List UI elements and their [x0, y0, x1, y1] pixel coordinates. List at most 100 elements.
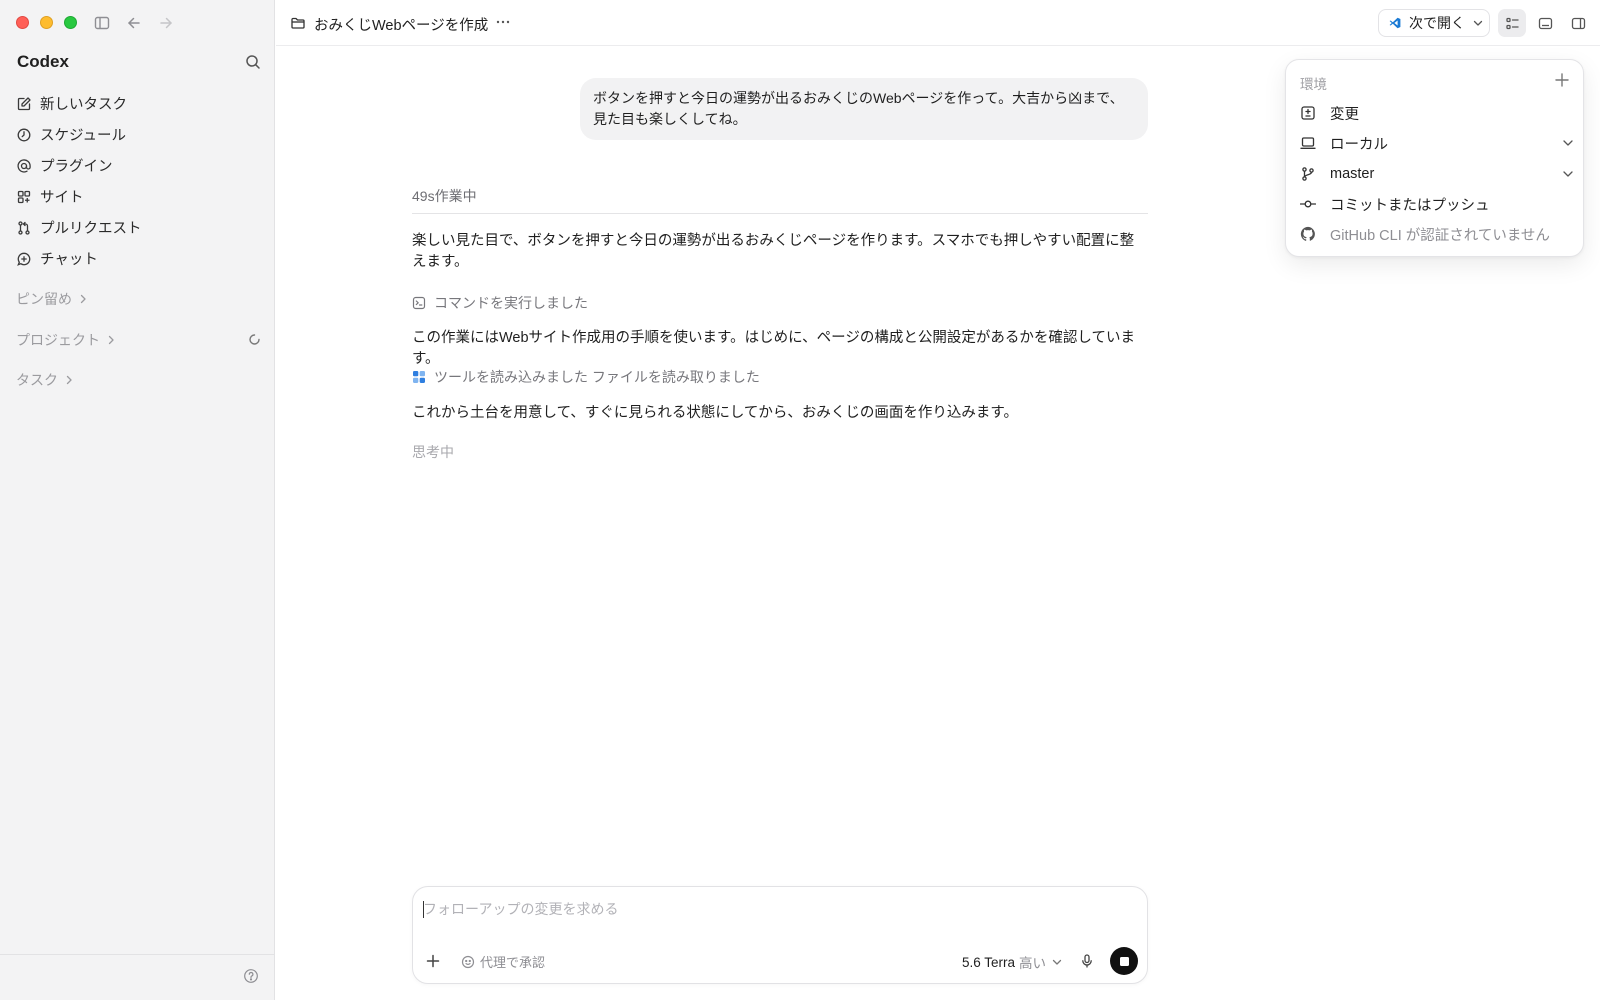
terminal-panel-button[interactable]	[1531, 9, 1559, 37]
diff-icon	[1300, 105, 1316, 121]
section-label: プロジェクト	[16, 332, 100, 348]
app-title: Codex	[17, 52, 69, 71]
approval-mode-label: 代理で承認	[480, 955, 546, 970]
env-item-label: ローカル	[1330, 136, 1388, 153]
user-message-bubble: ボタンを押すと今日の運勢が出るおみくじのWebページを作って。大吉から凶まで、 …	[580, 78, 1148, 140]
minimize-window-button[interactable]	[40, 16, 53, 29]
conversation-title: おみくじWebページを作成	[314, 18, 489, 34]
tools-step-label: ツールを読み込みました ファイルを読み取りました	[434, 369, 760, 385]
open-with-button[interactable]: 次で開く	[1378, 9, 1490, 37]
env-item-local[interactable]: ローカル	[1300, 130, 1574, 156]
tools-step[interactable]: ツールを読み込みました ファイルを読み取りました	[412, 367, 760, 387]
new-task-icon	[16, 96, 32, 112]
sidebar-item-sites[interactable]: サイト	[10, 181, 265, 212]
section-label: ピン留め	[16, 291, 72, 307]
back-arrow-icon[interactable]	[124, 13, 144, 33]
side-panel-button[interactable]	[1564, 9, 1592, 37]
sidebar-item-label: チャット	[40, 252, 98, 268]
clock-icon	[16, 127, 32, 143]
sidebar-divider	[0, 954, 275, 955]
toggle-sidebar-icon[interactable]	[92, 13, 112, 33]
chevron-right-icon	[106, 335, 116, 345]
env-item-label: コミットまたはプッシュ	[1330, 197, 1490, 214]
follow-up-input[interactable]	[423, 897, 1123, 921]
sidebar-item-schedule[interactable]: スケジュール	[10, 119, 265, 150]
reasoning-level: 高い	[1019, 956, 1047, 971]
bottom-panel-icon	[1538, 17, 1552, 29]
env-item-label: master	[1330, 166, 1375, 182]
list-icon	[1505, 17, 1519, 29]
sidebar-item-label: スケジュール	[40, 128, 126, 144]
env-item-label: 変更	[1330, 106, 1359, 123]
env-item-label: GitHub CLI が認証されていません	[1330, 227, 1550, 244]
grid-icon	[16, 189, 32, 205]
chevron-right-icon	[64, 375, 74, 385]
thinking-status: 思考中	[412, 444, 454, 460]
open-with-label: 次で開く	[1409, 15, 1465, 31]
stop-button[interactable]	[1110, 947, 1138, 975]
at-icon	[16, 158, 32, 174]
terminal-icon	[412, 296, 426, 310]
approval-mode-button[interactable]: 代理で承認	[461, 952, 545, 971]
command-step[interactable]: コマンドを実行しました	[412, 293, 588, 313]
commit-icon	[1300, 196, 1316, 212]
chevron-down-icon	[1562, 137, 1574, 149]
text-caret	[423, 901, 424, 918]
branch-icon	[1300, 166, 1316, 182]
search-icon[interactable]	[244, 53, 262, 71]
env-item-branch[interactable]: master	[1300, 161, 1574, 187]
forward-arrow-icon[interactable]	[156, 13, 176, 33]
more-options-icon[interactable]	[494, 13, 512, 31]
add-attachment-icon[interactable]	[425, 953, 441, 969]
sidebar-item-label: プラグイン	[40, 159, 113, 175]
close-window-button[interactable]	[16, 16, 29, 29]
chevron-down-icon	[1562, 168, 1574, 180]
task-list-toggle-button[interactable]	[1498, 9, 1526, 37]
folder-icon	[290, 15, 306, 31]
sidebar-item-label: 新しいタスク	[40, 97, 127, 113]
environment-popover: 環境 変更 ローカル master コミットまたはプッシュ GitHub CLI…	[1285, 59, 1584, 257]
zoom-window-button[interactable]	[64, 16, 77, 29]
assistant-message: この作業にはWebサイト作成用の手順を使います。はじめに、ページの構成と公開設定…	[412, 330, 1135, 367]
assistant-message: 楽しい見た目で、ボタンを押すと今日の運勢が出るおみくじページを作ります。スマホで…	[412, 233, 1135, 270]
sidebar: Codex 新しいタスク スケジュール プラグイン サイト プルリクエスト チャ…	[0, 0, 275, 1000]
popover-heading: 環境	[1300, 77, 1327, 92]
stop-icon	[1119, 956, 1129, 966]
composer: 代理で承認 5.6 Terra 高い	[412, 886, 1148, 984]
model-selector[interactable]: 5.6 Terra 高い	[962, 952, 1062, 972]
right-panel-icon	[1571, 17, 1585, 29]
chevron-down-icon	[1052, 957, 1062, 967]
model-label: 5.6 Terra	[962, 954, 1016, 970]
env-item-changes[interactable]: 変更	[1300, 100, 1574, 126]
user-message-line: ボタンを押すと今日の運勢が出るおみくじのWebページを作って。大吉から凶まで、	[593, 90, 1124, 106]
add-environment-icon[interactable]	[1554, 72, 1570, 88]
sidebar-nav: 新しいタスク スケジュール プラグイン サイト プルリクエスト チャット	[10, 88, 265, 274]
sidebar-item-label: プルリクエスト	[40, 221, 142, 237]
working-status[interactable]: 49s作業中	[412, 186, 477, 206]
help-icon[interactable]	[243, 968, 259, 984]
env-item-github-cli[interactable]: GitHub CLI が認証されていません	[1300, 221, 1574, 247]
window-controls	[16, 16, 77, 29]
section-pinned[interactable]: ピン留め	[16, 289, 88, 309]
loading-spinner-icon	[248, 333, 261, 346]
command-step-label: コマンドを実行しました	[434, 295, 588, 311]
assistant-message: これから土台を用意して、すぐに見られる状態にしてから、おみくじの画面を作り込みま…	[412, 405, 1018, 421]
github-icon	[1300, 226, 1316, 242]
laptop-icon	[1300, 135, 1316, 151]
section-projects[interactable]: プロジェクト	[16, 330, 116, 350]
microphone-icon[interactable]	[1079, 953, 1095, 969]
sidebar-item-plugins[interactable]: プラグイン	[10, 150, 265, 181]
sidebar-item-new-task[interactable]: 新しいタスク	[10, 88, 265, 119]
working-divider	[412, 213, 1148, 214]
section-tasks[interactable]: タスク	[16, 370, 74, 390]
chevron-down-icon	[1473, 18, 1483, 28]
section-label: タスク	[16, 372, 58, 388]
sidebar-item-label: サイト	[40, 190, 84, 206]
sidebar-item-pull-requests[interactable]: プルリクエスト	[10, 212, 265, 243]
shield-face-icon	[461, 955, 475, 969]
sidebar-item-chat[interactable]: チャット	[10, 243, 265, 274]
chevron-right-icon	[78, 294, 88, 304]
env-item-commit-push[interactable]: コミットまたはプッシュ	[1300, 191, 1574, 217]
tool-blocks-icon	[412, 370, 426, 384]
vscode-icon	[1389, 17, 1401, 29]
